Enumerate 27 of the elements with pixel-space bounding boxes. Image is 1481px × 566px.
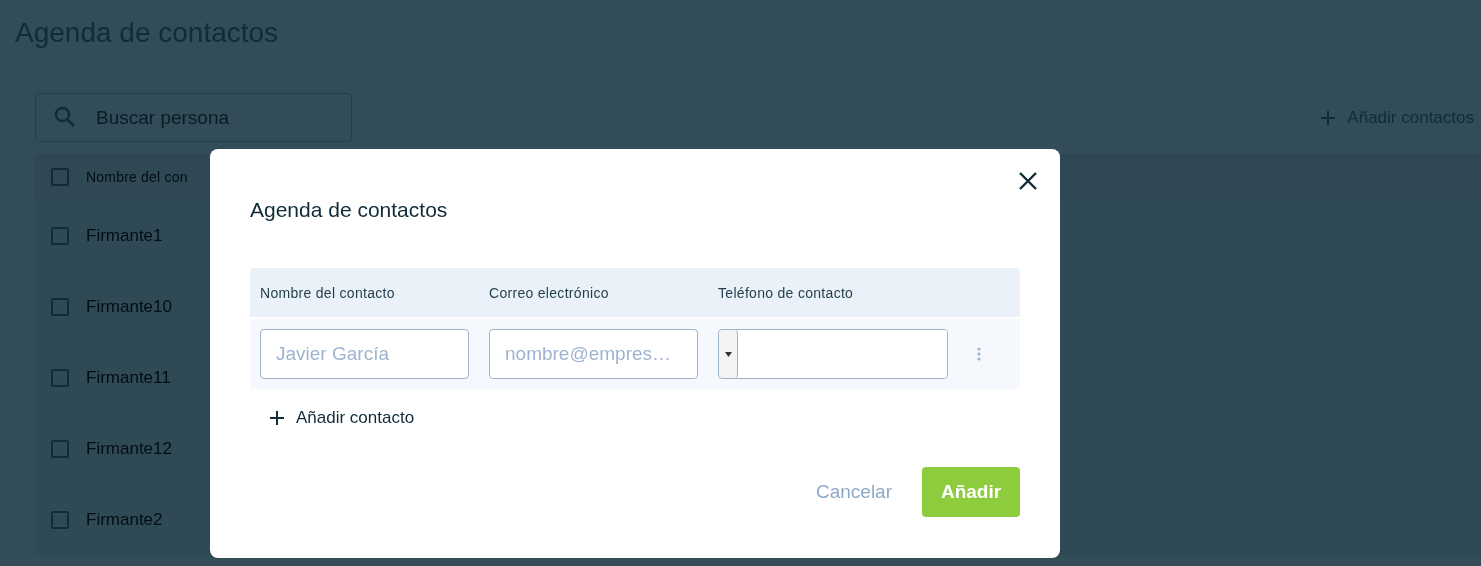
plus-icon bbox=[1321, 110, 1336, 125]
checkbox[interactable] bbox=[51, 297, 69, 316]
column-header: Teléfono de contacto bbox=[718, 284, 855, 301]
add-contact-button[interactable]: Añadir contacto bbox=[270, 408, 415, 428]
email-field[interactable]: nombre@empres… bbox=[489, 329, 698, 379]
column-header: Correo electrónico bbox=[489, 284, 610, 301]
contact-name: Firmante12 bbox=[86, 438, 172, 459]
checkbox[interactable] bbox=[51, 510, 69, 529]
checkbox[interactable] bbox=[51, 168, 69, 186]
contact-name: Firmante10 bbox=[86, 296, 172, 317]
checkbox[interactable] bbox=[51, 226, 69, 245]
contact-name: Firmante1 bbox=[86, 225, 163, 246]
checkbox[interactable] bbox=[51, 368, 69, 387]
column-header: Nombre del con bbox=[86, 169, 188, 185]
submit-button[interactable]: Añadir bbox=[922, 467, 1020, 517]
phone-field[interactable] bbox=[718, 329, 948, 379]
caret-icon bbox=[725, 351, 732, 357]
column-header: Nombre del contacto bbox=[260, 284, 396, 301]
contact-name: Firmante11 bbox=[86, 367, 171, 388]
cancel-button[interactable]: Cancelar bbox=[815, 481, 892, 503]
country-select[interactable] bbox=[719, 330, 738, 378]
dialog-title: Agenda de contactos bbox=[250, 197, 449, 223]
name-field[interactable]: Javier García bbox=[260, 329, 469, 379]
contact-name: Firmante2 bbox=[86, 509, 163, 530]
search-icon bbox=[53, 105, 77, 129]
checkbox[interactable] bbox=[51, 439, 69, 458]
plus-icon bbox=[270, 411, 284, 425]
